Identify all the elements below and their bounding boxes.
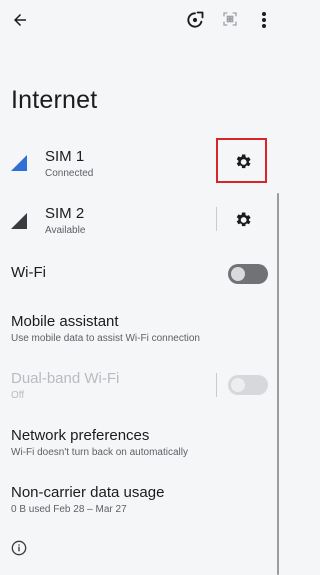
dual-band-label: Dual-band Wi-Fi — [11, 370, 120, 387]
qr-scan-icon[interactable] — [219, 8, 241, 30]
sim2-label: SIM 2 — [45, 205, 85, 222]
highlight-box — [216, 138, 267, 183]
signal-strength-icon — [10, 212, 28, 230]
toggle-knob — [231, 378, 245, 392]
refresh-icon[interactable] — [182, 7, 208, 33]
network-preferences-label: Network preferences — [11, 427, 150, 444]
sim2-status: Available — [45, 225, 86, 236]
mobile-assistant-summary: Use mobile data to assist Wi-Fi connecti… — [11, 333, 200, 344]
sim1-status: Connected — [45, 168, 94, 179]
noncarrier-data-summary: 0 B used Feb 28 – Mar 27 — [11, 504, 127, 515]
wifi-label: Wi-Fi — [11, 264, 46, 281]
back-arrow-icon[interactable] — [8, 8, 32, 32]
scrollbar[interactable] — [277, 193, 279, 575]
sim2-settings-gear-icon[interactable] — [233, 210, 253, 230]
divider — [216, 373, 217, 397]
signal-strength-icon — [10, 154, 28, 172]
network-preferences-summary: Wi-Fi doesn't turn back on automatically — [11, 447, 188, 458]
sim1-label: SIM 1 — [45, 148, 85, 165]
mobile-assistant-label: Mobile assistant — [11, 313, 119, 330]
noncarrier-data-row[interactable]: Non-carrier data usage 0 B used Feb 28 –… — [0, 480, 280, 520]
noncarrier-data-label: Non-carrier data usage — [11, 484, 165, 501]
mobile-assistant-row[interactable]: Mobile assistant Use mobile data to assi… — [0, 308, 280, 348]
info-icon — [11, 540, 29, 558]
page-title: Internet — [11, 86, 98, 114]
dual-band-summary: Off — [11, 390, 25, 401]
divider — [216, 207, 217, 231]
more-vert-icon[interactable] — [254, 8, 274, 32]
wifi-toggle[interactable] — [228, 264, 268, 284]
network-preferences-row[interactable]: Network preferences Wi-Fi doesn't turn b… — [0, 423, 280, 463]
dual-band-toggle[interactable] — [228, 375, 268, 395]
toggle-knob — [231, 267, 245, 281]
top-app-bar — [0, 0, 280, 40]
